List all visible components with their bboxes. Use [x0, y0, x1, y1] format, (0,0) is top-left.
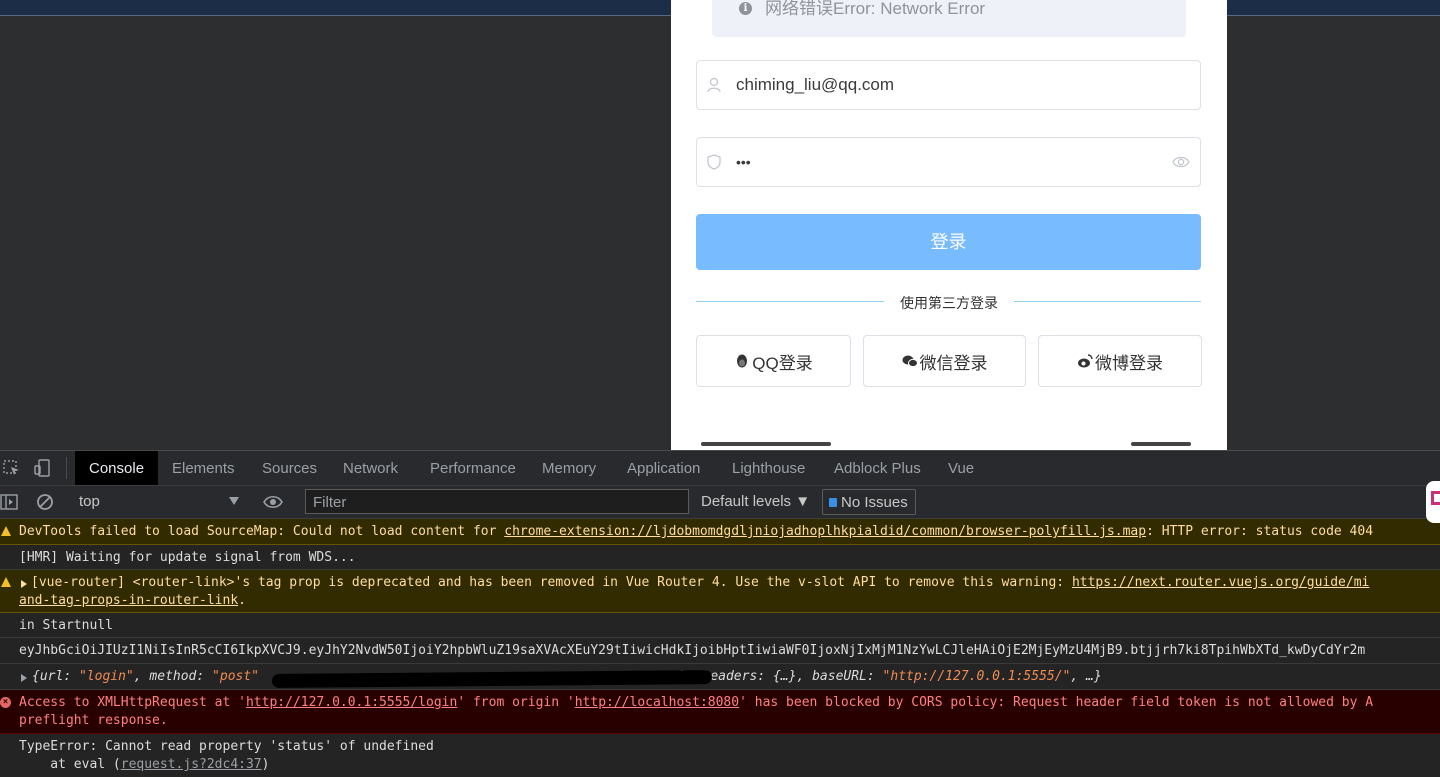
console-log-typeerror: TypeError: Cannot read property 'status'… — [19, 739, 434, 772]
info-icon: i — [739, 2, 752, 15]
password-value: ••• — [736, 154, 751, 170]
tab-elements[interactable]: Elements — [158, 451, 249, 485]
weibo-login-button[interactable]: 微博登录 — [1038, 335, 1202, 387]
warning-icon — [1, 526, 11, 536]
vue-router-guide-link[interactable]: https://next.router.vuejs.org/guide/mi — [1072, 575, 1369, 590]
tab-vue[interactable]: Vue — [934, 451, 988, 485]
request-url-link[interactable]: http://127.0.0.1:5555/login — [246, 695, 457, 710]
tab-adblock-plus[interactable]: Adblock Plus — [820, 451, 935, 485]
divider-left — [696, 301, 884, 302]
tab-console[interactable]: Console — [75, 451, 159, 485]
login-button[interactable]: 登录 — [696, 214, 1201, 270]
divider-right — [1014, 301, 1201, 302]
expand-triangle-icon[interactable] — [21, 580, 27, 588]
issues-button[interactable]: No Issues — [822, 489, 916, 515]
inspect-element-icon[interactable] — [2, 458, 22, 478]
log-levels-dropdown[interactable]: Default levels ▼ — [701, 486, 810, 518]
console-log-token: eyJhbGciOiJIUzI1NiIsInR5cCI6IkpXVCJ9.eyJ… — [0, 638, 1440, 664]
wechat-login-button[interactable]: 微信登录 — [863, 335, 1026, 387]
console-warning: [vue-router] <router-link>'s tag prop is… — [0, 570, 1440, 613]
context-selector[interactable]: top — [79, 486, 100, 518]
expand-triangle-icon[interactable] — [21, 674, 27, 682]
warning-icon — [1, 577, 11, 587]
console-error: × Access to XMLHttpRequest at 'http://12… — [0, 690, 1440, 734]
wechat-icon — [902, 355, 918, 368]
tab-sources[interactable]: Sources — [248, 451, 331, 485]
console-log: [HMR] Waiting for update signal from WDS… — [0, 545, 1440, 570]
chevron-down-icon[interactable] — [229, 497, 239, 505]
error-icon: × — [0, 697, 11, 708]
error-alert: i 网络错误Error: Network Error — [712, 0, 1186, 37]
console-toolbar: top Filter Default levels ▼ No Issues — [0, 486, 1440, 519]
console-log-object[interactable]: {url: "login", method: "post"}, headers:… — [0, 664, 1440, 690]
password-field[interactable]: ••• — [696, 137, 1201, 187]
console-messages: DevTools failed to load SourceMap: Could… — [0, 519, 1440, 777]
email-field[interactable]: chiming_liu@qq.com — [696, 60, 1201, 110]
wechat-login-label: 微信登录 — [919, 353, 988, 373]
issues-icon — [829, 497, 837, 507]
qq-penguin-icon — [737, 354, 748, 368]
tab-application[interactable]: Application — [613, 451, 714, 485]
issues-label: No Issues — [841, 493, 908, 511]
weibo-icon — [1078, 354, 1093, 368]
weibo-login-label: 微博登录 — [1095, 353, 1163, 373]
user-icon — [707, 77, 721, 93]
device-toolbar-icon[interactable] — [33, 458, 53, 478]
console-warning: DevTools failed to load SourceMap: Could… — [0, 519, 1440, 545]
devtools-panel: Console Elements Sources Network Perform… — [0, 450, 1440, 777]
tab-memory[interactable]: Memory — [528, 451, 610, 485]
divider-text: 使用第三方登录 — [900, 295, 998, 311]
extension-side-tab[interactable] — [1426, 481, 1440, 523]
eye-icon[interactable] — [1172, 154, 1190, 170]
devtools-tab-bar: Console Elements Sources Network Perform… — [0, 451, 1440, 486]
console-log: in Startnull — [0, 613, 1440, 638]
eye-icon[interactable] — [263, 492, 283, 512]
vue-router-guide-link-continued[interactable]: and-tag-props-in-router-link — [19, 593, 238, 608]
qq-login-button[interactable]: QQ登录 — [696, 335, 851, 387]
card-footer-links — [701, 442, 1191, 450]
tab-performance[interactable]: Performance — [416, 451, 530, 485]
shield-icon — [707, 154, 721, 170]
qq-login-label: QQ登录 — [752, 353, 813, 373]
origin-link[interactable]: http://localhost:8080 — [575, 695, 739, 710]
source-map-link[interactable]: chrome-extension://ljdobmomdgdljniojadho… — [504, 524, 1146, 539]
login-card: i 网络错误Error: Network Error chiming_liu@q… — [671, 0, 1227, 450]
request-js-link[interactable]: request.js?2dc4:37 — [121, 757, 262, 772]
alert-text: 网络错误Error: Network Error — [765, 0, 986, 18]
tab-lighthouse[interactable]: Lighthouse — [718, 451, 819, 485]
email-value: chiming_liu@qq.com — [736, 75, 895, 94]
tab-separator — [66, 457, 67, 479]
clear-console-icon[interactable] — [35, 492, 55, 512]
filter-input[interactable]: Filter — [305, 489, 689, 514]
sidebar-toggle-icon[interactable] — [0, 492, 20, 512]
tab-network[interactable]: Network — [329, 451, 412, 485]
